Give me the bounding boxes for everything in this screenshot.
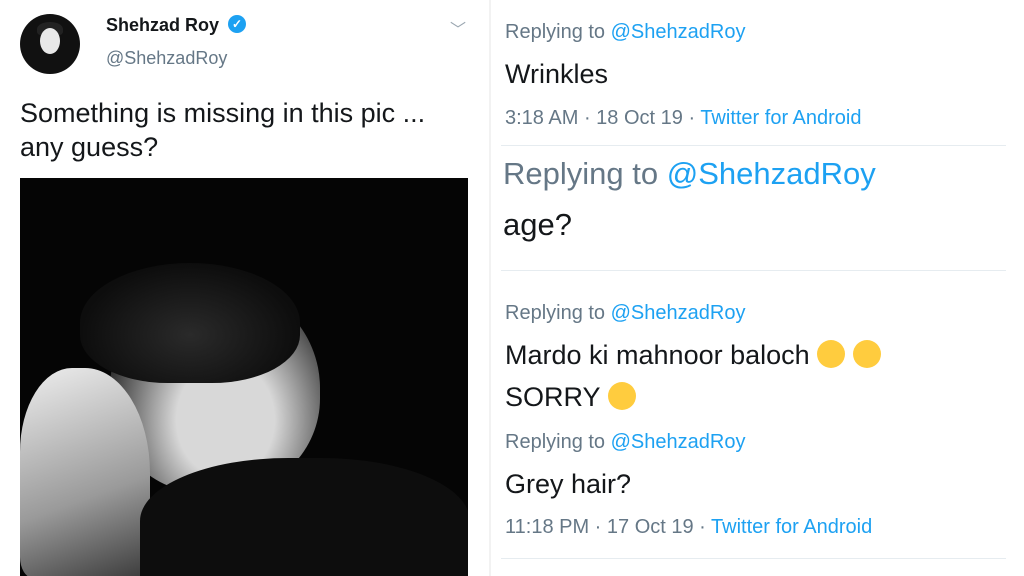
avatar[interactable] — [20, 14, 80, 74]
mention-link[interactable]: @ShehzadRoy — [611, 302, 746, 324]
author-name[interactable]: Shehzad Roy — [106, 15, 219, 36]
reply-time[interactable]: 3:18 AM — [505, 107, 578, 129]
original-tweet: Shehzad Roy ✓ @ShehzadRoy ﹀ Something is… — [0, 0, 480, 576]
reply-source[interactable]: Twitter for Android — [700, 107, 861, 129]
mention-link[interactable]: @ShehzadRoy — [611, 431, 746, 453]
author-handle[interactable]: @ShehzadRoy — [106, 48, 227, 69]
reply-meta: 11:18 PM · 17 Oct 19 · Twitter for Andro… — [505, 516, 873, 538]
reply-date[interactable]: 17 Oct 19 — [607, 516, 694, 538]
face-with-tears-of-joy-icon — [607, 382, 636, 410]
reply-text: Wrinkles — [505, 59, 609, 89]
face-with-rolling-eyes-icon — [817, 340, 846, 368]
reply-time[interactable]: 11:18 PM — [505, 516, 589, 538]
reply-text: Mardo ki mahnoor baloch — [505, 340, 881, 371]
replying-to: Replying to @ShehzadRoy — [505, 431, 746, 453]
tweet-text: Something is missing in this pic ... any… — [20, 96, 470, 164]
reply-divider — [501, 270, 1006, 271]
tweet-text-line: any guess? — [20, 132, 159, 162]
mention-link[interactable]: @ShehzadRoy — [611, 21, 746, 43]
tweet-photo[interactable] — [20, 178, 468, 576]
reply-meta: 3:18 AM · 18 Oct 19 · Twitter for Androi… — [505, 107, 862, 129]
reply-date[interactable]: 18 Oct 19 — [596, 107, 683, 129]
reply-text: age? — [503, 207, 572, 242]
replying-to: Replying to @ShehzadRoy — [505, 21, 746, 43]
reply-divider — [501, 558, 1006, 559]
reply-text: SORRY — [505, 382, 636, 413]
replying-to: Replying to @ShehzadRoy — [505, 302, 746, 324]
reply-source[interactable]: Twitter for Android — [711, 516, 872, 538]
replies-panel: Replying to @ShehzadRoy Wrinkles 3:18 AM… — [491, 0, 1024, 576]
reply-text: Grey hair? — [505, 469, 632, 499]
verified-badge-icon: ✓ — [228, 15, 246, 33]
expressionless-face-icon — [852, 340, 881, 368]
replying-to: Replying to @ShehzadRoy — [503, 156, 876, 191]
mention-link[interactable]: @ShehzadRoy — [667, 156, 876, 191]
chevron-down-icon[interactable]: ﹀ — [450, 16, 466, 40]
tweet-text-line: Something is missing in this pic ... — [20, 98, 426, 128]
reply-divider — [501, 145, 1006, 146]
